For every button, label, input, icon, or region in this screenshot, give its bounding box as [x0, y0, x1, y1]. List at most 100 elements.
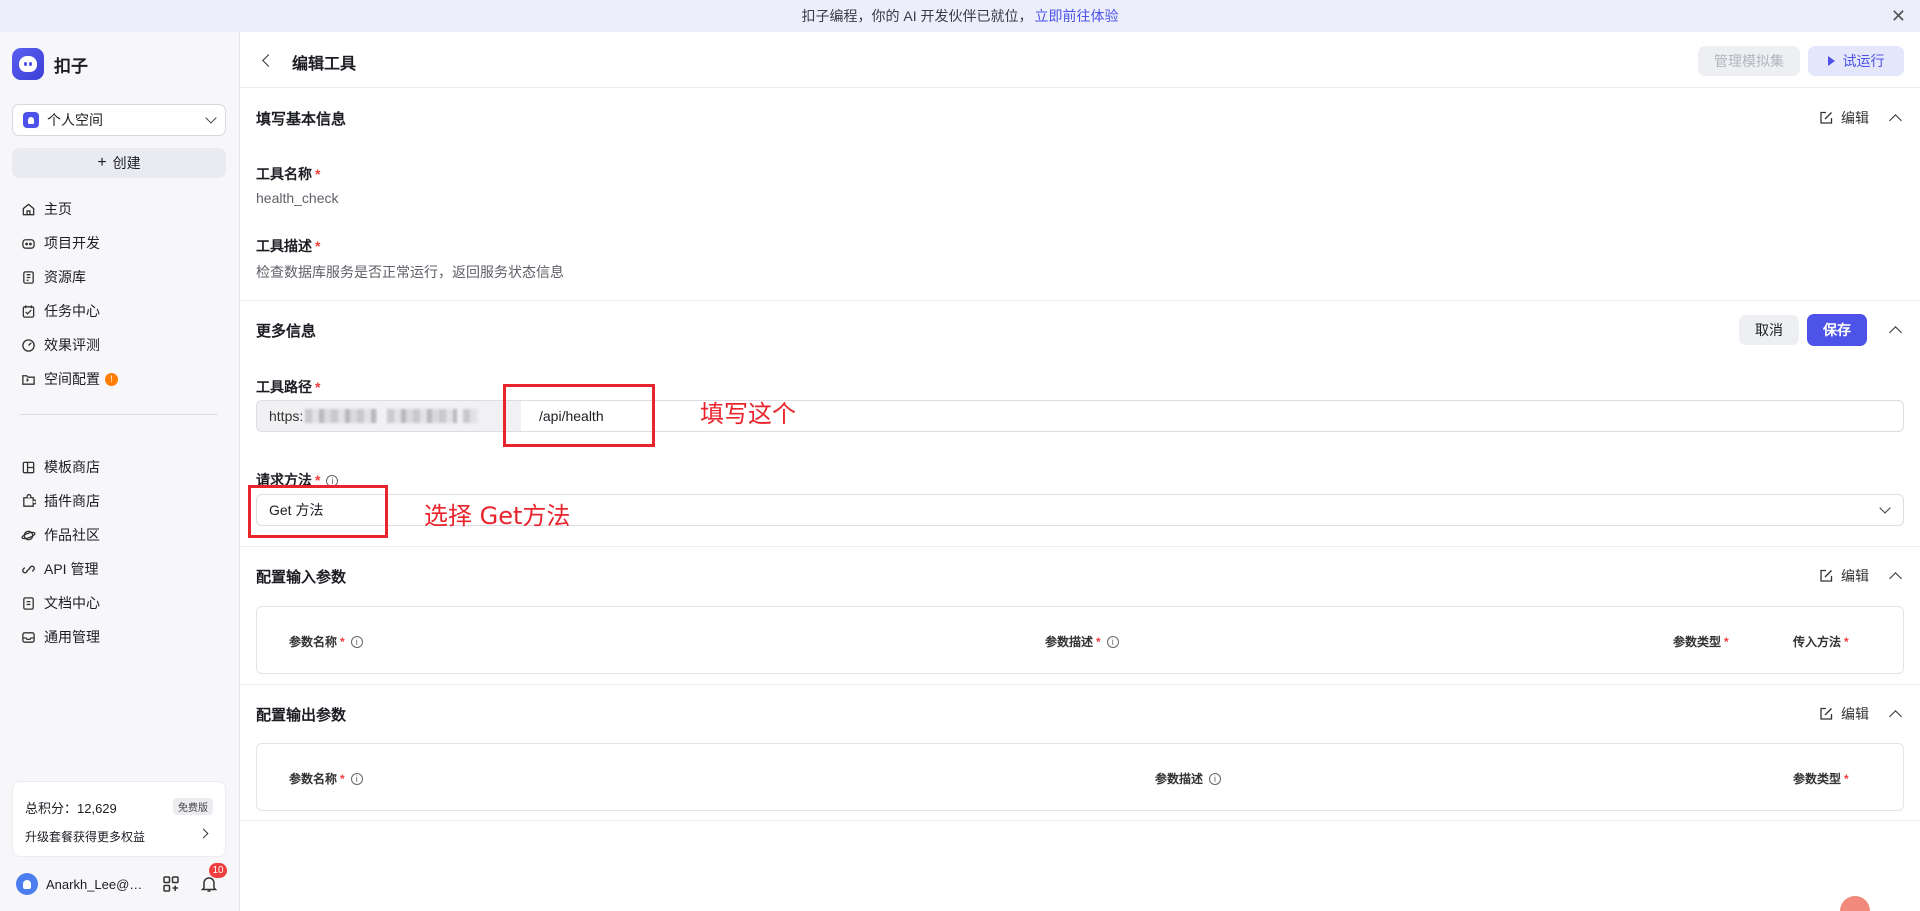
basic-info-header: 填写基本信息 编辑 — [256, 98, 1904, 138]
cancel-button[interactable]: 取消 — [1739, 315, 1799, 345]
section-title: 配置输入参数 — [256, 568, 347, 586]
tool-path-label: 工具路径 * — [256, 377, 320, 397]
sidebar-item-community[interactable]: 作品社区 — [12, 518, 226, 552]
required-mark: * — [1844, 635, 1849, 649]
home-icon — [20, 201, 36, 217]
required-mark: * — [1844, 772, 1849, 786]
info-icon[interactable]: i — [1106, 636, 1119, 648]
sidebar-item-evaluation[interactable]: 效果评测 — [12, 328, 226, 362]
column-header: 传入方法 * — [1793, 633, 1849, 650]
chevron-down-icon — [205, 112, 217, 124]
column-label: 参数类型 — [1793, 772, 1842, 786]
plugin-icon — [20, 493, 36, 509]
link-icon — [20, 561, 36, 577]
required-mark: * — [340, 635, 345, 649]
warning-badge: ! — [105, 372, 118, 386]
input-params-table: 参数名称 * i 参数描述 * i 参数类型 * 传入方法 * — [256, 606, 1904, 674]
required-mark: * — [1096, 635, 1101, 649]
library-icon — [20, 269, 36, 285]
space-select[interactable]: 个人空间 — [12, 104, 226, 136]
avatar[interactable] — [16, 873, 38, 895]
username[interactable]: Anarkh_Lee@… — [46, 877, 156, 892]
create-button[interactable]: + 创建 — [12, 148, 226, 178]
tool-name-value: health_check — [256, 190, 339, 206]
sidebar-item-label: 通用管理 — [44, 629, 100, 645]
plus-icon: + — [97, 154, 107, 171]
sidebar-item-home[interactable]: 主页 — [12, 192, 226, 226]
main-panel: 编辑工具 管理模拟集 试运行 填写基本信息 编辑 工具名称 * health_ch… — [240, 32, 1920, 911]
column-label: 参数名称 — [289, 772, 338, 786]
annotation-box-path — [503, 384, 655, 447]
sidebar-item-docs[interactable]: 文档中心 — [12, 586, 226, 620]
info-icon[interactable]: i — [1209, 773, 1222, 785]
back-icon[interactable] — [262, 54, 275, 67]
banner-link[interactable]: 立即前往体验 — [1035, 6, 1119, 26]
trial-run-label: 试运行 — [1842, 53, 1885, 69]
apps-icon[interactable] — [162, 875, 180, 893]
sidebar-item-plugin-store[interactable]: 插件商店 — [12, 484, 226, 518]
manage-mock-button[interactable]: 管理模拟集 — [1698, 46, 1800, 76]
doc-icon — [20, 595, 36, 611]
total-points: 总积分：12,629 — [25, 801, 117, 816]
input-params-header: 配置输入参数 编辑 — [256, 556, 1904, 596]
chevron-up-icon[interactable] — [1889, 709, 1902, 723]
label-text: 工具路径 — [256, 379, 312, 395]
space-select-label: 个人空间 — [47, 112, 103, 128]
sidebar-item-tasks[interactable]: 任务中心 — [12, 294, 226, 328]
sidebar-item-projects[interactable]: 项目开发 — [12, 226, 226, 260]
top-banner: 扣子编程，你的 AI 开发伙伴已就位， 立即前往体验 ✕ — [0, 0, 1920, 32]
play-icon — [1827, 56, 1835, 66]
annotation-fill-this: 填写这个 — [700, 400, 796, 428]
column-header: 参数类型 * — [1673, 633, 1729, 650]
chevron-down-icon — [1879, 502, 1891, 514]
trial-run-button[interactable]: 试运行 — [1808, 46, 1904, 76]
chevron-right-icon[interactable] — [198, 828, 209, 839]
redacted-host — [463, 409, 478, 423]
page-title: 编辑工具 — [292, 56, 357, 73]
sidebar-item-template-store[interactable]: 模板商店 — [12, 450, 226, 484]
label-text: 工具名称 — [256, 166, 312, 182]
sidebar-item-general-settings[interactable]: 通用管理 — [12, 620, 226, 654]
edit-button[interactable]: 编辑 — [1819, 566, 1869, 586]
sidebar-item-label: 空间配置 — [44, 371, 100, 387]
template-icon — [20, 459, 36, 475]
sidebar-item-api[interactable]: API 管理 — [12, 552, 226, 586]
chevron-up-icon[interactable] — [1889, 113, 1902, 127]
info-icon[interactable]: i — [350, 636, 363, 648]
label-text: 工具描述 — [256, 238, 312, 254]
sidebar-item-label: 文档中心 — [44, 595, 100, 611]
notification-badge: 10 — [209, 863, 227, 878]
secondary-nav: 模板商店 插件商店 作品社区 API 管理 文档中心 通用管理 — [12, 450, 226, 654]
column-header: 参数名称 * i — [289, 633, 363, 650]
edit-button[interactable]: 编辑 — [1819, 108, 1869, 128]
annotation-select-get: 选择 Get方法 — [424, 502, 571, 530]
section-title: 配置输出参数 — [256, 706, 347, 724]
output-params-header: 配置输出参数 编辑 — [256, 694, 1904, 734]
section-divider — [240, 300, 1920, 301]
column-header: 参数描述 * i — [1045, 633, 1119, 650]
save-button[interactable]: 保存 — [1807, 314, 1867, 346]
create-button-label: 创建 — [112, 155, 141, 171]
logo-icon — [12, 48, 44, 80]
banner-close-icon[interactable]: ✕ — [1891, 6, 1906, 26]
planet-icon — [20, 527, 36, 543]
info-icon[interactable]: i — [350, 773, 363, 785]
chevron-up-icon[interactable] — [1889, 571, 1902, 585]
required-mark: * — [340, 772, 345, 786]
annotation-box-method — [248, 485, 388, 538]
logo-text: 扣子 — [54, 56, 88, 76]
upgrade-link[interactable]: 升级套餐获得更多权益 — [25, 828, 145, 845]
robot-icon — [20, 235, 36, 251]
redacted-host — [387, 409, 458, 423]
tool-name-label: 工具名称 * — [256, 164, 320, 184]
sidebar-item-library[interactable]: 资源库 — [12, 260, 226, 294]
edit-icon — [1820, 111, 1833, 124]
edit-icon — [1820, 569, 1833, 582]
gauge-icon — [20, 337, 36, 353]
logo-row[interactable]: 扣子 — [12, 48, 88, 80]
sidebar-item-space-settings[interactable]: 空间配置 ! — [12, 362, 226, 396]
redacted-host — [305, 409, 378, 423]
chevron-up-icon[interactable] — [1889, 325, 1902, 339]
edit-button[interactable]: 编辑 — [1819, 704, 1869, 724]
column-label: 传入方法 — [1793, 635, 1842, 649]
